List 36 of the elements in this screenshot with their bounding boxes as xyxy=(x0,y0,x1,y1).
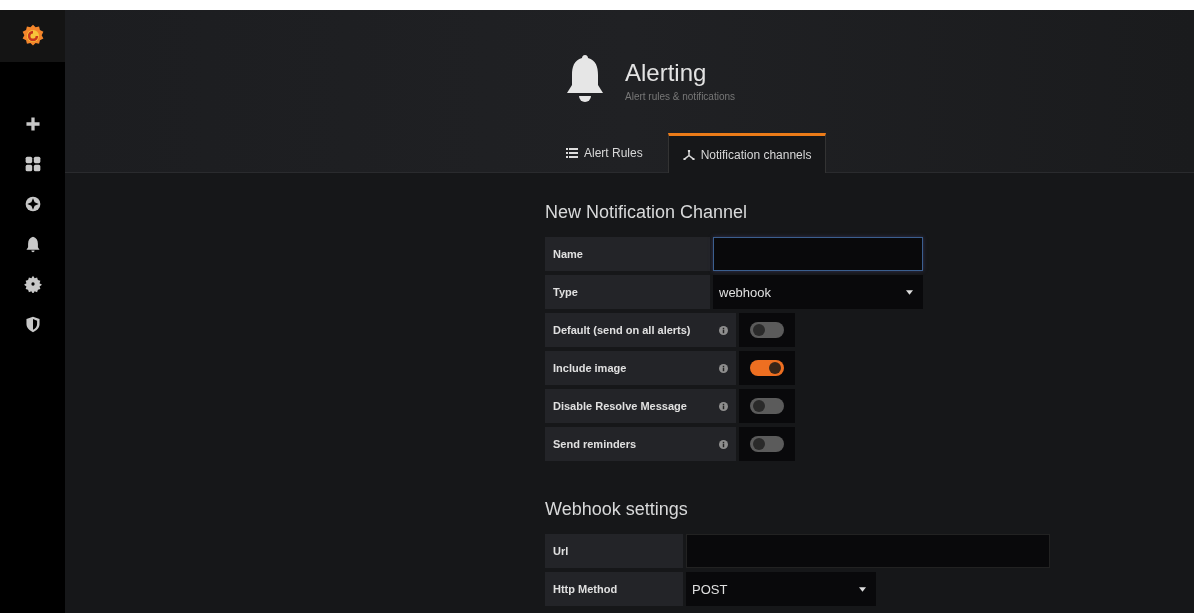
field-label: Url xyxy=(545,534,683,568)
field-label: Http Method xyxy=(545,572,683,606)
text-field[interactable] xyxy=(713,237,923,271)
field-label: Disable Resolve Message xyxy=(545,389,710,423)
tab[interactable]: Notification channels xyxy=(667,133,827,173)
select-field[interactable]: POST xyxy=(686,572,876,606)
caret-icon xyxy=(906,289,913,295)
tab[interactable]: Alert Rules xyxy=(555,133,654,171)
channels-icon xyxy=(682,149,695,160)
shield-icon[interactable] xyxy=(23,315,42,333)
page-subtitle: Alert rules & notifications xyxy=(625,91,736,102)
section-title: Webhook settings xyxy=(545,499,689,520)
toggle-switch[interactable] xyxy=(750,322,784,338)
field-label: Name xyxy=(545,237,710,271)
field-label: Send reminders xyxy=(545,427,710,461)
text-field[interactable] xyxy=(686,534,1050,568)
info-icon[interactable] xyxy=(718,439,728,449)
settings-icon[interactable] xyxy=(23,275,42,293)
info-icon[interactable] xyxy=(718,325,728,335)
toggle-switch[interactable] xyxy=(750,398,784,414)
field-label: Default (send on all alerts) xyxy=(545,313,710,347)
toggle-switch[interactable] xyxy=(750,436,784,452)
plus-icon[interactable] xyxy=(23,115,42,133)
info-icon[interactable] xyxy=(718,401,728,411)
info-icon[interactable] xyxy=(718,363,728,373)
page-title: Alerting xyxy=(625,59,708,87)
field-label: Type xyxy=(545,275,710,309)
toggle-switch[interactable] xyxy=(750,360,784,376)
explore-icon[interactable] xyxy=(23,195,42,213)
list-icon xyxy=(566,147,578,158)
select-field[interactable]: webhook xyxy=(713,275,923,309)
bell-icon xyxy=(565,53,605,105)
field-label: Include image xyxy=(545,351,710,385)
dashboard-icon[interactable] xyxy=(23,155,42,173)
caret-icon xyxy=(859,586,866,592)
section-title: New Notification Channel xyxy=(545,202,749,223)
